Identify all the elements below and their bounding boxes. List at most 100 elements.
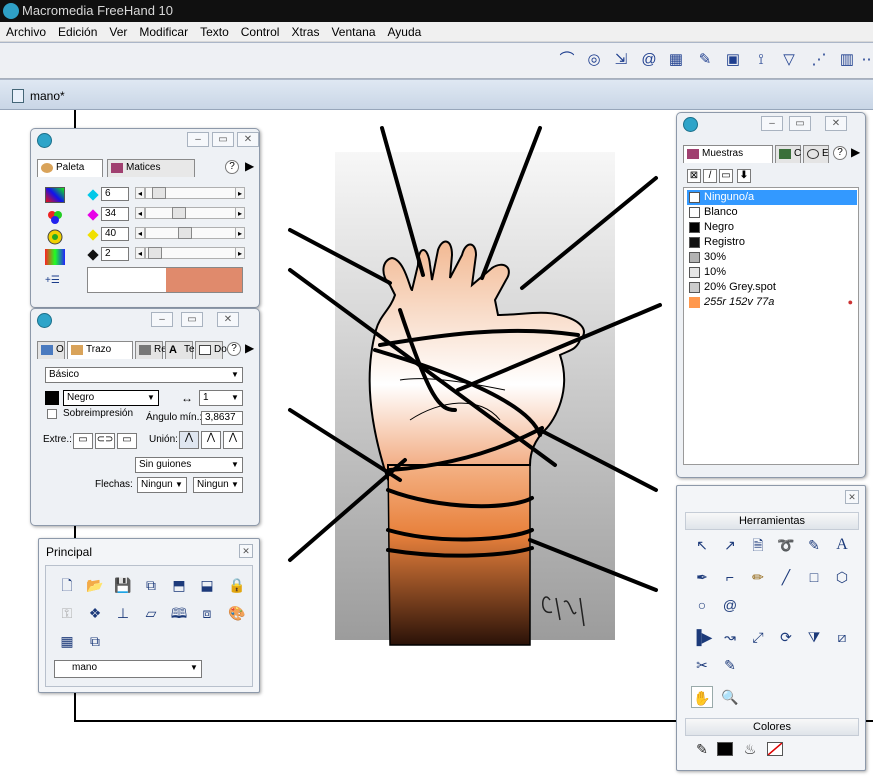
- subselect-icon[interactable]: ↗: [719, 534, 741, 556]
- rgb-mode-icon[interactable]: [45, 209, 65, 225]
- swatch-blanco[interactable]: Blanco: [687, 205, 857, 220]
- group-icon[interactable]: ❖: [84, 602, 106, 624]
- freeform-icon[interactable]: ↝: [719, 626, 741, 648]
- transform-icon[interactable]: ⇲: [612, 51, 630, 69]
- tab-documento[interactable]: Doc: [195, 341, 232, 359]
- cyan-increase-button[interactable]: ▸: [235, 187, 245, 199]
- lasso-icon[interactable]: ➰: [775, 534, 797, 556]
- hand-icon[interactable]: ✋: [691, 686, 713, 708]
- yellow-increase-button[interactable]: ▸: [235, 227, 245, 239]
- stroke-color-select[interactable]: Negro ▼: [63, 390, 159, 406]
- menu-edicion[interactable]: Edición: [52, 22, 103, 42]
- magenta-increase-button[interactable]: ▸: [235, 207, 245, 219]
- arrow-end-select[interactable]: Ningun ▼: [193, 477, 243, 493]
- bevel-join-button[interactable]: ⋀: [223, 431, 243, 449]
- tab-muestras[interactable]: Muestras: [683, 145, 773, 163]
- ellipse-icon[interactable]: ○: [691, 594, 713, 616]
- panel-menu-icon[interactable]: ▶: [245, 341, 254, 355]
- stroke-color-swatch[interactable]: [717, 742, 733, 756]
- stroke-mode-icon[interactable]: /: [703, 169, 717, 183]
- arc-icon[interactable]: ⌒: [558, 51, 576, 69]
- maximize-button[interactable]: ▭: [789, 116, 811, 131]
- menu-ver[interactable]: Ver: [103, 22, 133, 42]
- slider-thumb[interactable]: [148, 247, 162, 259]
- slider-thumb[interactable]: [172, 207, 186, 219]
- miter-join-button[interactable]: ⋀: [179, 431, 199, 449]
- menu-xtras[interactable]: Xtras: [285, 22, 325, 42]
- close-button[interactable]: ✕: [237, 132, 259, 147]
- hls-mode-icon[interactable]: [45, 229, 65, 245]
- minimize-button[interactable]: –: [151, 312, 173, 327]
- black-increase-button[interactable]: ▸: [235, 247, 245, 259]
- minimize-button[interactable]: –: [187, 132, 209, 147]
- scale-icon[interactable]: ⤢: [747, 626, 769, 648]
- tab-texto[interactable]: A Te: [165, 341, 195, 359]
- pages-icon[interactable]: ⧉: [84, 630, 106, 652]
- menu-archivo[interactable]: Archivo: [0, 22, 52, 42]
- menu-texto[interactable]: Texto: [194, 22, 235, 42]
- swatch-ninguno[interactable]: Ninguno/a: [687, 190, 857, 205]
- transform-icon[interactable]: ▱: [140, 602, 162, 624]
- cmyk-mode-icon[interactable]: [45, 187, 65, 203]
- fill-mode-icon[interactable]: ⊠: [687, 169, 701, 183]
- spiral-icon[interactable]: @: [719, 594, 741, 616]
- swatch-10[interactable]: 10%: [687, 265, 857, 280]
- export-icon[interactable]: ⬒: [168, 574, 190, 596]
- page-tool-icon[interactable]: 🗎: [747, 534, 769, 556]
- arrow-start-select[interactable]: Ningun ▼: [137, 477, 187, 493]
- pencil-icon[interactable]: ✏: [747, 566, 769, 588]
- pointer-icon[interactable]: ↖: [691, 534, 713, 556]
- tab-paleta[interactable]: Paleta: [37, 159, 103, 177]
- color-preview[interactable]: [87, 267, 243, 293]
- panel-menu-icon[interactable]: ▶: [245, 159, 254, 173]
- print-icon[interactable]: ⬓: [196, 574, 218, 596]
- slider-thumb[interactable]: [178, 227, 192, 239]
- eyedropper-icon[interactable]: ✎: [696, 51, 714, 69]
- cyan-value-input[interactable]: 6: [101, 187, 129, 201]
- help-button[interactable]: ?: [225, 160, 239, 174]
- knife-icon[interactable]: ✂: [691, 654, 713, 676]
- chart-icon[interactable]: ▥: [838, 51, 856, 69]
- close-button[interactable]: ✕: [239, 544, 253, 558]
- rotate-icon[interactable]: ⟳: [775, 626, 797, 648]
- swatch-30[interactable]: 30%: [687, 250, 857, 265]
- spiral-icon[interactable]: @: [640, 51, 658, 69]
- extra-tool-icon[interactable]: ⋯: [860, 51, 873, 69]
- layers-icon[interactable]: ⧈: [196, 602, 218, 624]
- help-button[interactable]: ?: [833, 146, 847, 160]
- reflect-icon[interactable]: ⧩: [803, 626, 825, 648]
- import-icon[interactable]: ⧉: [140, 574, 162, 596]
- menu-ventana[interactable]: Ventana: [325, 22, 381, 42]
- tab-estilos[interactable]: E: [803, 145, 829, 163]
- yellow-slider[interactable]: [145, 227, 237, 239]
- dash-select[interactable]: Sin guiones ▼: [135, 457, 243, 473]
- overprint-checkbox[interactable]: [47, 409, 57, 419]
- new-document-icon[interactable]: 🗋: [56, 574, 78, 596]
- stroke-type-select[interactable]: Básico ▼: [45, 367, 243, 383]
- butt-cap-button[interactable]: ▭: [73, 433, 93, 449]
- trace-icon[interactable]: ⋰: [810, 51, 828, 69]
- globe-icon[interactable]: ◎: [585, 51, 603, 69]
- close-button[interactable]: ✕: [217, 312, 239, 327]
- mirror-icon[interactable]: ▐▶: [691, 626, 713, 648]
- tab-capas[interactable]: C: [775, 145, 801, 163]
- tab-object[interactable]: O: [37, 341, 65, 359]
- tab-relleno[interactable]: Re: [135, 341, 167, 359]
- both-mode-icon[interactable]: ▭: [719, 169, 733, 183]
- panel-menu-icon[interactable]: ▶: [851, 145, 860, 159]
- fill-color-icon[interactable]: ♨: [739, 738, 761, 760]
- rectangle-icon[interactable]: □: [803, 566, 825, 588]
- library-icon[interactable]: 🕮: [168, 602, 190, 624]
- close-button[interactable]: ✕: [845, 490, 859, 504]
- save-icon[interactable]: 💾: [112, 574, 134, 596]
- swatch-negro[interactable]: Negro: [687, 220, 857, 235]
- round-join-button[interactable]: ⋀: [201, 431, 221, 449]
- unlock-icon[interactable]: ⚿: [56, 602, 78, 624]
- shadow-icon[interactable]: ▣: [724, 51, 742, 69]
- yellow-value-input[interactable]: 40: [101, 227, 129, 241]
- skew-icon[interactable]: ⧄: [831, 626, 853, 648]
- minimize-button[interactable]: –: [761, 116, 783, 131]
- black-value-input[interactable]: 2: [101, 247, 129, 261]
- stroke-color-icon[interactable]: ✎: [691, 738, 713, 760]
- zoom-icon[interactable]: 🔍: [719, 686, 741, 708]
